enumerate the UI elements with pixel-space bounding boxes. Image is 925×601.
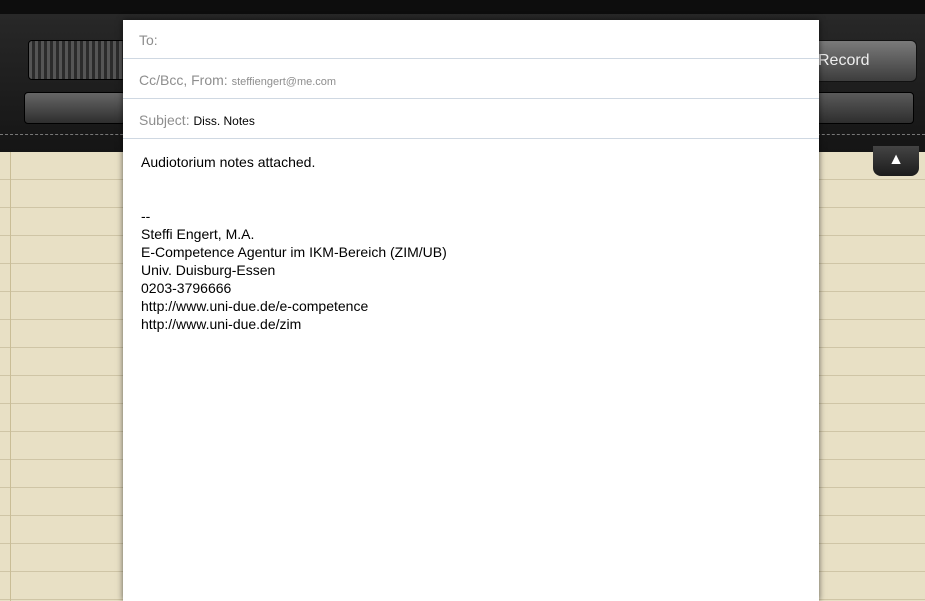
subject-value: Diss. Notes [193,114,255,128]
signature-separator: -- [141,208,151,224]
level-meter [28,40,130,80]
signature-title: E-Competence Agentur im IKM-Bereich (ZIM… [141,244,447,260]
playback-slider-left[interactable] [24,92,126,124]
subject-label: Subject: [139,112,190,128]
to-label: To: [139,32,158,48]
message-body[interactable]: Audiotorium notes attached. -- Steffi En… [141,153,801,333]
signature-url-1[interactable]: http://www.uni-due.de/e-competence [141,297,801,315]
status-bar [0,0,925,14]
signature-org: Univ. Duisburg-Essen [141,262,276,278]
record-button[interactable]: Record [805,40,917,82]
body-blank-1 [141,171,801,189]
signature-name: Steffi Engert, M.A. [141,226,255,242]
body-greeting: Audiotorium notes attached. [141,154,316,170]
mail-compose-sheet: To: Cc/Bcc, From: steffiengert@me.com Su… [123,20,819,601]
playback-slider-right[interactable] [812,92,914,124]
to-field[interactable]: To: [123,20,819,59]
paper-margin-line [10,152,11,601]
subject-field[interactable]: Subject: Diss. Notes [123,100,819,139]
body-blank-2 [141,189,801,207]
signature-url-2[interactable]: http://www.uni-due.de/zim [141,315,801,333]
cc-bcc-from-label: Cc/Bcc, From: [139,72,228,88]
expand-arrow-icon[interactable]: ▲ [873,146,919,176]
signature-phone: 0203-3796666 [141,280,232,296]
from-address: steffiengert@me.com [231,76,337,88]
cc-bcc-from-field[interactable]: Cc/Bcc, From: steffiengert@me.com [123,60,819,99]
